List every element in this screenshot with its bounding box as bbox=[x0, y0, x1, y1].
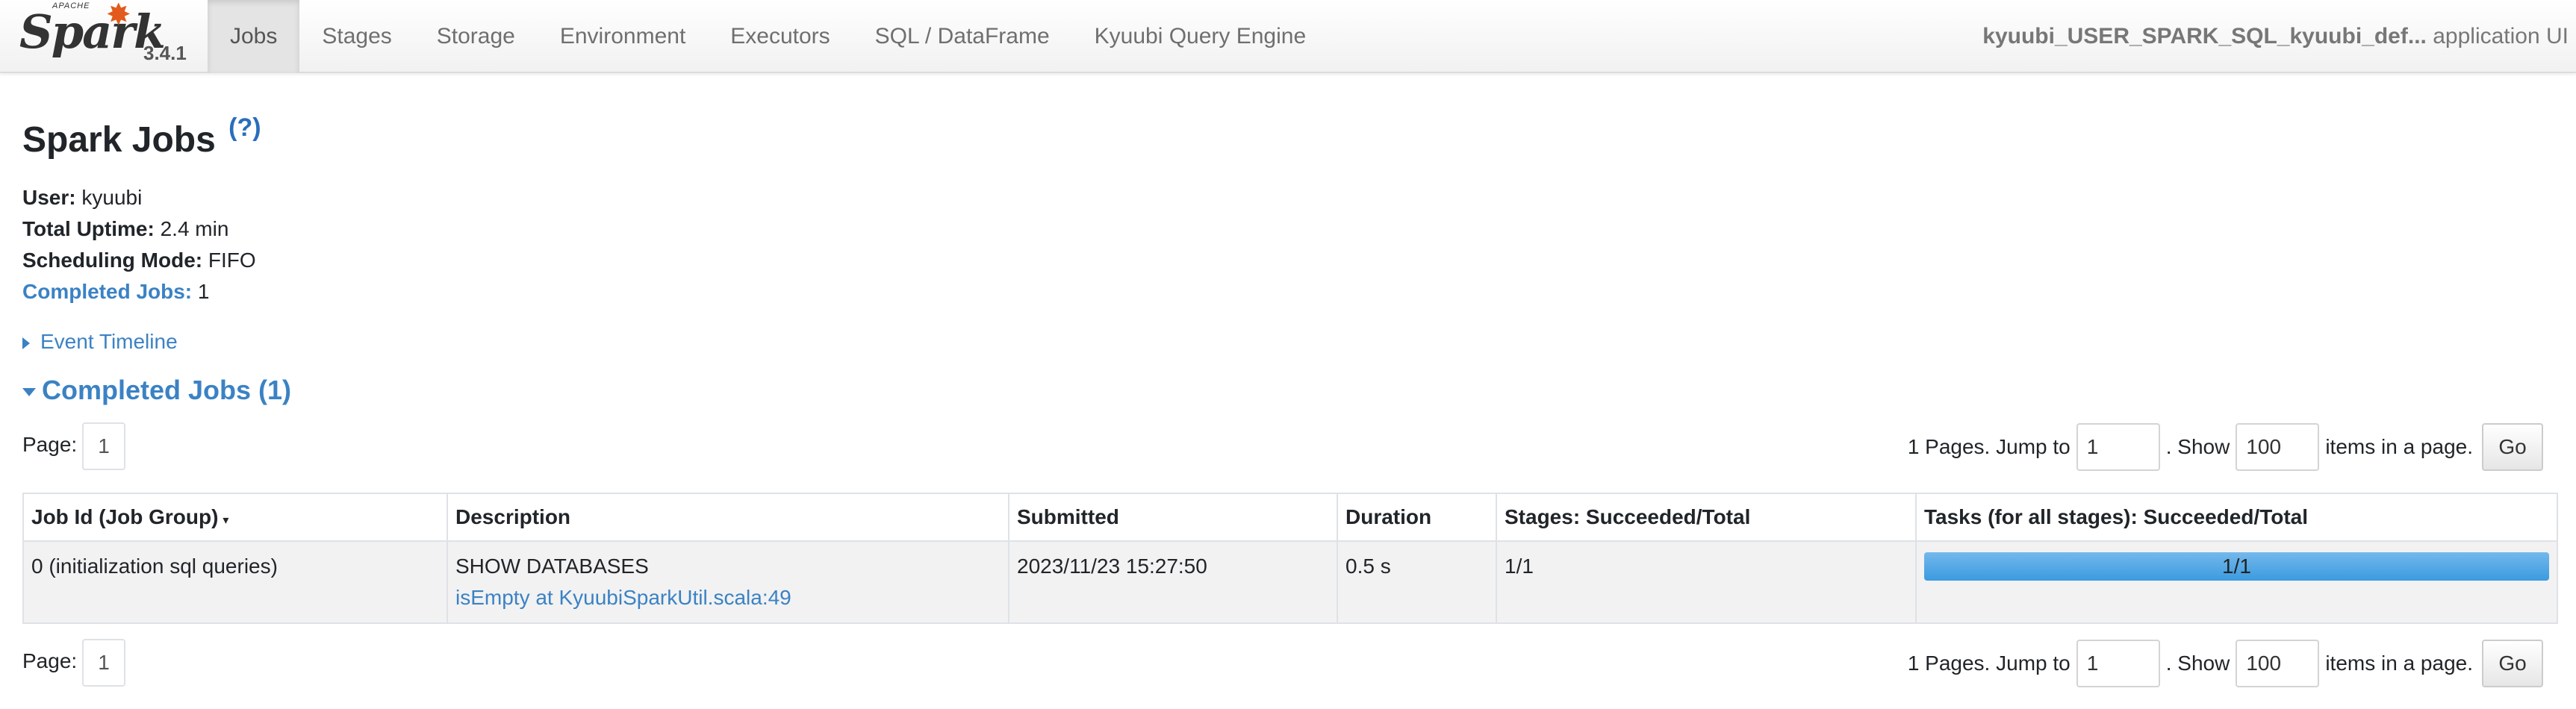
pages-jump-text-bottom: 1 Pages. Jump to bbox=[1907, 652, 2071, 675]
application-name: kyuubi_USER_SPARK_SQL_kyuubi_def... bbox=[1982, 24, 2427, 49]
tab-jobs[interactable]: Jobs bbox=[208, 0, 300, 73]
items-per-page-text-bottom: items in a page. bbox=[2325, 652, 2473, 675]
help-link[interactable]: (?) bbox=[228, 113, 261, 142]
tasks-progress-bar: 1/1 bbox=[1924, 552, 2549, 581]
tab-environment[interactable]: Environment bbox=[538, 0, 708, 73]
jump-controls: 1 Pages. Jump to . Show items in a page.… bbox=[1908, 422, 2543, 472]
scheduling-mode-value: FIFO bbox=[208, 249, 256, 272]
tasks-progress-text: 1/1 bbox=[2222, 555, 2251, 578]
spark-logo-text: Spark bbox=[19, 4, 166, 59]
user-label: User: bbox=[22, 186, 76, 209]
summary-uptime: Total Uptime: 2.4 min bbox=[22, 213, 256, 245]
header-stages[interactable]: Stages: Succeeded/Total bbox=[1496, 493, 1917, 542]
cell-description: SHOW DATABASES isEmpty at KyuubiSparkUti… bbox=[447, 540, 1009, 624]
caret-right-icon bbox=[22, 337, 30, 349]
pager-top: Page: 1 1 Pages. Jump to . Show items in… bbox=[22, 422, 2561, 472]
table-header-row: Job Id (Job Group) ▾ Description Submitte… bbox=[22, 493, 2558, 542]
application-suffix: application UI bbox=[2433, 24, 2569, 49]
user-value: kyuubi bbox=[81, 186, 143, 209]
spark-logo[interactable]: APACHE Spark ✸ 3.4.1 bbox=[19, 0, 206, 73]
cell-job-id: 0 (initialization sql queries) bbox=[22, 540, 448, 624]
jump-controls-bottom: 1 Pages. Jump to . Show items in a page.… bbox=[1908, 639, 2543, 688]
header-job-id-label: Job Id (Job Group) bbox=[31, 505, 219, 528]
tab-storage[interactable]: Storage bbox=[414, 0, 538, 73]
cell-submitted: 2023/11/23 15:27:50 bbox=[1008, 540, 1338, 624]
pager-bottom: Page: 1 1 Pages. Jump to . Show items in… bbox=[22, 639, 2561, 688]
page-label-bottom: Page: bbox=[22, 649, 78, 672]
page-size-input-bottom[interactable] bbox=[2236, 640, 2320, 687]
cell-duration: 0.5 s bbox=[1337, 540, 1497, 624]
completed-jobs-heading: Completed Jobs (1) bbox=[42, 375, 292, 405]
tab-stages[interactable]: Stages bbox=[299, 0, 414, 73]
page-title: Spark Jobs (?) bbox=[22, 113, 261, 160]
event-timeline-label: Event Timeline bbox=[40, 330, 178, 353]
spark-version: 3.4.1 bbox=[143, 42, 187, 64]
header-submitted[interactable]: Submitted bbox=[1008, 493, 1338, 542]
jump-to-page-input[interactable] bbox=[2076, 423, 2160, 471]
page-number-button-bottom[interactable]: 1 bbox=[82, 639, 125, 687]
description-link[interactable]: isEmpty at KyuubiSparkUtil.scala:49 bbox=[455, 582, 1001, 613]
summary-completed-jobs: Completed Jobs: 1 bbox=[22, 276, 256, 307]
summary-scheduling-mode: Scheduling Mode: FIFO bbox=[22, 245, 256, 276]
completed-jobs-value: 1 bbox=[197, 280, 210, 303]
jump-to-page-input-bottom[interactable] bbox=[2076, 640, 2160, 687]
tab-sql-dataframe[interactable]: SQL / DataFrame bbox=[853, 0, 1072, 73]
sort-desc-icon: ▾ bbox=[223, 514, 229, 527]
page-number-button[interactable]: 1 bbox=[82, 422, 125, 470]
header-tasks[interactable]: Tasks (for all stages): Succeeded/Total bbox=[1915, 493, 2558, 542]
completed-jobs-toggle[interactable]: Completed Jobs (1) bbox=[22, 375, 291, 406]
cell-tasks: 1/1 bbox=[1915, 540, 2558, 624]
application-title: kyuubi_USER_SPARK_SQL_kyuubi_def... appl… bbox=[1982, 0, 2576, 73]
header-job-id[interactable]: Job Id (Job Group) ▾ bbox=[22, 493, 448, 542]
summary-user: User: kyuubi bbox=[22, 182, 256, 213]
cell-stages: 1/1 bbox=[1496, 540, 1917, 624]
scheduling-mode-label: Scheduling Mode: bbox=[22, 249, 203, 272]
show-text-bottom: . Show bbox=[2165, 652, 2230, 675]
page-title-text: Spark Jobs bbox=[22, 120, 216, 160]
header-description[interactable]: Description bbox=[447, 493, 1009, 542]
uptime-label: Total Uptime: bbox=[22, 217, 155, 240]
uptime-value: 2.4 min bbox=[160, 217, 229, 240]
header-duration[interactable]: Duration bbox=[1337, 493, 1497, 542]
caret-down-icon bbox=[22, 387, 36, 396]
go-button[interactable]: Go bbox=[2482, 423, 2543, 471]
spark-star-icon: ✸ bbox=[106, 0, 131, 31]
nav-tabs: Jobs Stages Storage Environment Executor… bbox=[208, 0, 1328, 73]
page-size-input[interactable] bbox=[2236, 423, 2320, 471]
table-row: 0 (initialization sql queries) SHOW DATA… bbox=[22, 540, 2558, 624]
tab-executors[interactable]: Executors bbox=[708, 0, 852, 73]
go-button-bottom[interactable]: Go bbox=[2482, 640, 2543, 687]
show-text: . Show bbox=[2165, 435, 2230, 458]
completed-jobs-link[interactable]: Completed Jobs: bbox=[22, 280, 192, 303]
page-label: Page: bbox=[22, 433, 78, 456]
navbar: APACHE Spark ✸ 3.4.1 Jobs Stages Storage… bbox=[0, 0, 2576, 73]
tab-kyuubi-query-engine[interactable]: Kyuubi Query Engine bbox=[1072, 0, 1329, 73]
pages-jump-text: 1 Pages. Jump to bbox=[1907, 435, 2071, 458]
description-text: SHOW DATABASES bbox=[455, 555, 649, 578]
items-per-page-text: items in a page. bbox=[2325, 435, 2473, 458]
event-timeline-toggle[interactable]: Event Timeline bbox=[22, 330, 178, 354]
job-summary: User: kyuubi Total Uptime: 2.4 min Sched… bbox=[22, 182, 256, 307]
completed-jobs-table: Job Id (Job Group) ▾ Description Submitte… bbox=[22, 493, 2558, 624]
